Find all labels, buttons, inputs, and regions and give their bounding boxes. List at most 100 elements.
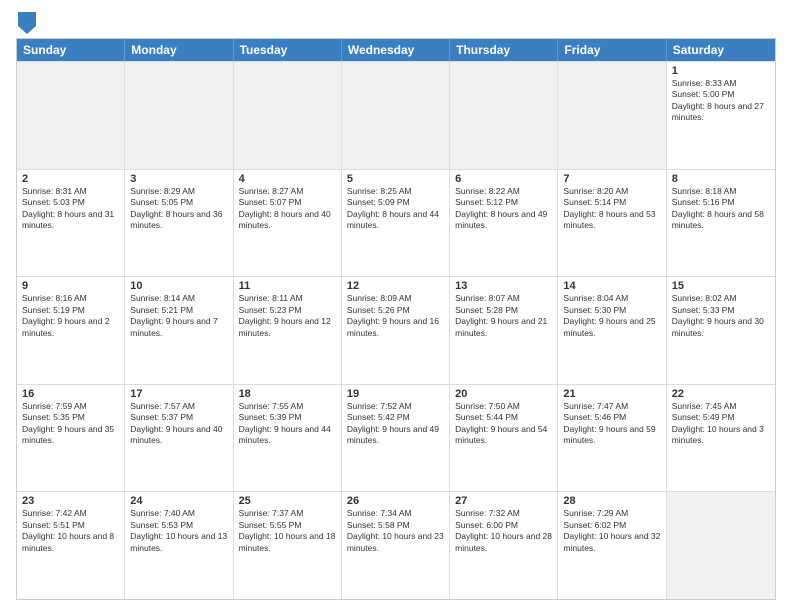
- calendar-day-9: 9Sunrise: 8:16 AM Sunset: 5:19 PM Daylig…: [17, 277, 125, 384]
- calendar-day-3: 3Sunrise: 8:29 AM Sunset: 5:05 PM Daylig…: [125, 170, 233, 277]
- calendar-empty-cell: [234, 62, 342, 169]
- day-number: 1: [672, 65, 770, 77]
- calendar-week-1: 2Sunrise: 8:31 AM Sunset: 5:03 PM Daylig…: [17, 169, 775, 277]
- header-day-tuesday: Tuesday: [234, 39, 342, 61]
- day-number: 7: [563, 173, 660, 185]
- day-info: Sunrise: 8:16 AM Sunset: 5:19 PM Dayligh…: [22, 293, 119, 339]
- calendar-day-27: 27Sunrise: 7:32 AM Sunset: 6:00 PM Dayli…: [450, 492, 558, 599]
- calendar-day-11: 11Sunrise: 8:11 AM Sunset: 5:23 PM Dayli…: [234, 277, 342, 384]
- day-number: 2: [22, 173, 119, 185]
- calendar-day-1: 1Sunrise: 8:33 AM Sunset: 5:00 PM Daylig…: [667, 62, 775, 169]
- day-number: 18: [239, 388, 336, 400]
- day-info: Sunrise: 8:25 AM Sunset: 5:09 PM Dayligh…: [347, 186, 444, 232]
- header-day-thursday: Thursday: [450, 39, 558, 61]
- calendar-day-16: 16Sunrise: 7:59 AM Sunset: 5:35 PM Dayli…: [17, 385, 125, 492]
- calendar-week-4: 23Sunrise: 7:42 AM Sunset: 5:51 PM Dayli…: [17, 491, 775, 599]
- calendar-day-10: 10Sunrise: 8:14 AM Sunset: 5:21 PM Dayli…: [125, 277, 233, 384]
- day-number: 4: [239, 173, 336, 185]
- day-number: 28: [563, 495, 660, 507]
- day-info: Sunrise: 7:55 AM Sunset: 5:39 PM Dayligh…: [239, 401, 336, 447]
- day-info: Sunrise: 8:11 AM Sunset: 5:23 PM Dayligh…: [239, 293, 336, 339]
- calendar-day-19: 19Sunrise: 7:52 AM Sunset: 5:42 PM Dayli…: [342, 385, 450, 492]
- day-number: 6: [455, 173, 552, 185]
- day-info: Sunrise: 7:57 AM Sunset: 5:37 PM Dayligh…: [130, 401, 227, 447]
- header-day-sunday: Sunday: [17, 39, 125, 61]
- logo-icon: [18, 12, 36, 34]
- calendar-empty-cell: [125, 62, 233, 169]
- calendar-day-6: 6Sunrise: 8:22 AM Sunset: 5:12 PM Daylig…: [450, 170, 558, 277]
- calendar-day-17: 17Sunrise: 7:57 AM Sunset: 5:37 PM Dayli…: [125, 385, 233, 492]
- calendar-week-3: 16Sunrise: 7:59 AM Sunset: 5:35 PM Dayli…: [17, 384, 775, 492]
- calendar-day-13: 13Sunrise: 8:07 AM Sunset: 5:28 PM Dayli…: [450, 277, 558, 384]
- calendar-day-21: 21Sunrise: 7:47 AM Sunset: 5:46 PM Dayli…: [558, 385, 666, 492]
- day-number: 12: [347, 280, 444, 292]
- day-number: 13: [455, 280, 552, 292]
- calendar-empty-cell: [558, 62, 666, 169]
- day-info: Sunrise: 7:40 AM Sunset: 5:53 PM Dayligh…: [130, 508, 227, 554]
- calendar-day-8: 8Sunrise: 8:18 AM Sunset: 5:16 PM Daylig…: [667, 170, 775, 277]
- calendar-day-26: 26Sunrise: 7:34 AM Sunset: 5:58 PM Dayli…: [342, 492, 450, 599]
- calendar-week-2: 9Sunrise: 8:16 AM Sunset: 5:19 PM Daylig…: [17, 276, 775, 384]
- calendar-day-2: 2Sunrise: 8:31 AM Sunset: 5:03 PM Daylig…: [17, 170, 125, 277]
- day-number: 8: [672, 173, 770, 185]
- calendar-day-23: 23Sunrise: 7:42 AM Sunset: 5:51 PM Dayli…: [17, 492, 125, 599]
- day-info: Sunrise: 7:37 AM Sunset: 5:55 PM Dayligh…: [239, 508, 336, 554]
- calendar-day-14: 14Sunrise: 8:04 AM Sunset: 5:30 PM Dayli…: [558, 277, 666, 384]
- day-info: Sunrise: 8:31 AM Sunset: 5:03 PM Dayligh…: [22, 186, 119, 232]
- calendar-week-0: 1Sunrise: 8:33 AM Sunset: 5:00 PM Daylig…: [17, 61, 775, 169]
- day-info: Sunrise: 8:27 AM Sunset: 5:07 PM Dayligh…: [239, 186, 336, 232]
- day-info: Sunrise: 8:02 AM Sunset: 5:33 PM Dayligh…: [672, 293, 770, 339]
- day-info: Sunrise: 8:20 AM Sunset: 5:14 PM Dayligh…: [563, 186, 660, 232]
- day-info: Sunrise: 8:29 AM Sunset: 5:05 PM Dayligh…: [130, 186, 227, 232]
- day-number: 16: [22, 388, 119, 400]
- calendar-body: 1Sunrise: 8:33 AM Sunset: 5:00 PM Daylig…: [17, 61, 775, 599]
- day-number: 24: [130, 495, 227, 507]
- day-info: Sunrise: 7:45 AM Sunset: 5:49 PM Dayligh…: [672, 401, 770, 447]
- day-number: 17: [130, 388, 227, 400]
- day-info: Sunrise: 7:29 AM Sunset: 6:02 PM Dayligh…: [563, 508, 660, 554]
- calendar-day-28: 28Sunrise: 7:29 AM Sunset: 6:02 PM Dayli…: [558, 492, 666, 599]
- day-number: 10: [130, 280, 227, 292]
- calendar-day-5: 5Sunrise: 8:25 AM Sunset: 5:09 PM Daylig…: [342, 170, 450, 277]
- header: [16, 12, 776, 30]
- calendar: SundayMondayTuesdayWednesdayThursdayFrid…: [16, 38, 776, 600]
- day-info: Sunrise: 7:34 AM Sunset: 5:58 PM Dayligh…: [347, 508, 444, 554]
- day-info: Sunrise: 8:33 AM Sunset: 5:00 PM Dayligh…: [672, 78, 770, 124]
- calendar-empty-cell: [667, 492, 775, 599]
- day-number: 27: [455, 495, 552, 507]
- header-day-friday: Friday: [558, 39, 666, 61]
- page: SundayMondayTuesdayWednesdayThursdayFrid…: [0, 0, 792, 612]
- calendar-empty-cell: [17, 62, 125, 169]
- calendar-day-22: 22Sunrise: 7:45 AM Sunset: 5:49 PM Dayli…: [667, 385, 775, 492]
- calendar-day-25: 25Sunrise: 7:37 AM Sunset: 5:55 PM Dayli…: [234, 492, 342, 599]
- day-info: Sunrise: 7:42 AM Sunset: 5:51 PM Dayligh…: [22, 508, 119, 554]
- day-number: 26: [347, 495, 444, 507]
- day-number: 25: [239, 495, 336, 507]
- header-day-monday: Monday: [125, 39, 233, 61]
- calendar-empty-cell: [342, 62, 450, 169]
- day-info: Sunrise: 8:18 AM Sunset: 5:16 PM Dayligh…: [672, 186, 770, 232]
- calendar-empty-cell: [450, 62, 558, 169]
- calendar-day-12: 12Sunrise: 8:09 AM Sunset: 5:26 PM Dayli…: [342, 277, 450, 384]
- calendar-day-18: 18Sunrise: 7:55 AM Sunset: 5:39 PM Dayli…: [234, 385, 342, 492]
- calendar-header-row: SundayMondayTuesdayWednesdayThursdayFrid…: [17, 39, 775, 61]
- header-day-wednesday: Wednesday: [342, 39, 450, 61]
- day-number: 9: [22, 280, 119, 292]
- day-number: 23: [22, 495, 119, 507]
- day-info: Sunrise: 8:04 AM Sunset: 5:30 PM Dayligh…: [563, 293, 660, 339]
- day-info: Sunrise: 8:22 AM Sunset: 5:12 PM Dayligh…: [455, 186, 552, 232]
- day-number: 21: [563, 388, 660, 400]
- calendar-day-24: 24Sunrise: 7:40 AM Sunset: 5:53 PM Dayli…: [125, 492, 233, 599]
- calendar-day-15: 15Sunrise: 8:02 AM Sunset: 5:33 PM Dayli…: [667, 277, 775, 384]
- day-number: 11: [239, 280, 336, 292]
- day-number: 22: [672, 388, 770, 400]
- calendar-day-4: 4Sunrise: 8:27 AM Sunset: 5:07 PM Daylig…: [234, 170, 342, 277]
- day-info: Sunrise: 7:32 AM Sunset: 6:00 PM Dayligh…: [455, 508, 552, 554]
- header-day-saturday: Saturday: [667, 39, 775, 61]
- logo: [16, 12, 36, 30]
- day-number: 15: [672, 280, 770, 292]
- day-number: 19: [347, 388, 444, 400]
- day-info: Sunrise: 7:47 AM Sunset: 5:46 PM Dayligh…: [563, 401, 660, 447]
- day-number: 5: [347, 173, 444, 185]
- day-info: Sunrise: 7:59 AM Sunset: 5:35 PM Dayligh…: [22, 401, 119, 447]
